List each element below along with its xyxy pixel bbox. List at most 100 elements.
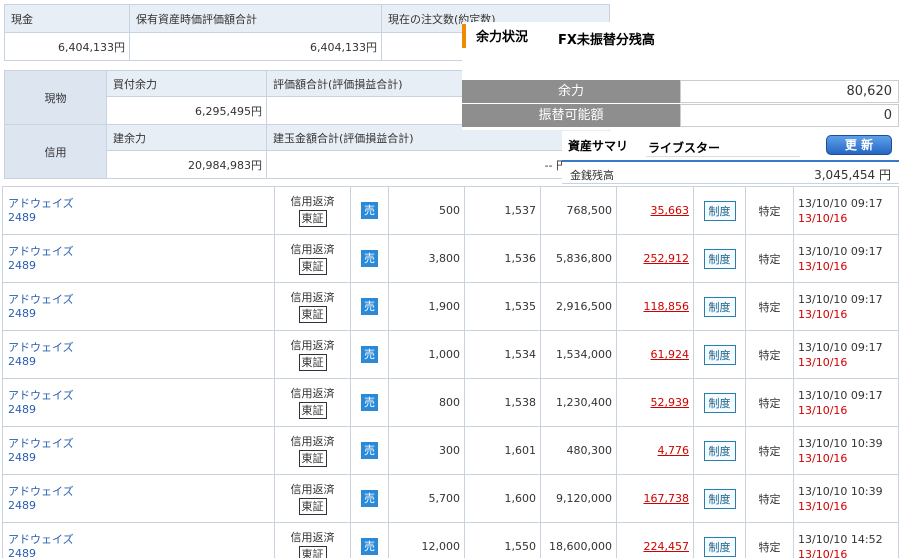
seido-button[interactable]: 制度 (703, 392, 736, 413)
order-type: 信用返済 (290, 339, 335, 352)
stock-name-link[interactable]: アドウェイズ (8, 245, 74, 258)
account-type: 特定 (745, 234, 794, 283)
positions-table: アドウェイズ 2489 信用返済 東証売 500 1,537 768,500 35,663 制度… (2, 186, 899, 558)
amount: 1,230,400 (540, 378, 617, 427)
position-row: アドウェイズ 2489 信用返済 東証 売 1,000 1,534 1,534,000 61,9… (2, 330, 899, 379)
stock-code: 2489 (8, 210, 36, 224)
stock-name-link[interactable]: アドウェイズ (8, 293, 74, 306)
cash-value: 6,404,133円 (4, 32, 130, 61)
cash-balance-value: 3,045,454 円 (814, 168, 891, 182)
seido-button[interactable]: 制度 (703, 440, 736, 461)
tatedama-value: -- 円 (266, 150, 610, 179)
fx-row-label: 振替可能額 (462, 104, 680, 127)
market-badge: 東証 (298, 546, 327, 558)
eval-label: 保有資産時価評価額合計 (129, 4, 382, 33)
order-type: 信用返済 (290, 483, 335, 496)
sell-button[interactable]: 売 (361, 490, 378, 507)
sell-button[interactable]: 売 (361, 442, 378, 459)
sell-button[interactable]: 売 (361, 250, 378, 267)
seido-button[interactable]: 制度 (703, 344, 736, 365)
amount: 2,916,500 (540, 282, 617, 331)
market-badge: 東証 (298, 210, 327, 227)
order-date: 13/10/10 09:17 (798, 196, 883, 210)
build-power-label: 建余力 (106, 124, 267, 151)
account-type: 特定 (745, 186, 794, 235)
price: 1,538 (464, 378, 541, 427)
accent-bar (462, 24, 466, 48)
order-date: 13/10/10 10:39 (798, 484, 883, 498)
profit-loss-link[interactable]: 4,776 (658, 444, 690, 457)
sell-button[interactable]: 売 (361, 538, 378, 555)
market-badge: 東証 (298, 498, 327, 515)
position-row: アドウェイズ 2489 信用返済 東証 売 1,900 1,535 2,916,500 118,… (2, 282, 899, 331)
order-date: 13/10/10 09:17 (798, 292, 883, 306)
amount: 768,500 (540, 186, 617, 235)
quantity: 800 (388, 378, 465, 427)
fx-row-label: 余力 (462, 80, 680, 103)
due-date: 13/10/16 (798, 307, 848, 321)
seido-button[interactable]: 制度 (703, 296, 736, 317)
stock-name-link[interactable]: アドウェイズ (8, 437, 74, 450)
stock-code: 2489 (8, 402, 36, 416)
position-row: アドウェイズ 2489 信用返済 東証 売 800 1,538 1,230,400 52,939… (2, 378, 899, 427)
quantity: 3,800 (388, 234, 465, 283)
amount: 18,600,000 (540, 522, 617, 558)
sell-button[interactable]: 売 (361, 394, 378, 411)
order-date: 13/10/10 09:17 (798, 388, 883, 402)
profit-loss-link[interactable]: 252,912 (644, 252, 690, 265)
amount: 1,534,000 (540, 330, 617, 379)
seido-button[interactable]: 制度 (703, 488, 736, 509)
market-badge: 東証 (298, 258, 327, 275)
profit-loss-link[interactable]: 61,924 (651, 348, 690, 361)
build-power-value: 20,984,983円 (106, 150, 267, 179)
account-type: 特定 (745, 282, 794, 331)
market-badge: 東証 (298, 450, 327, 467)
stock-name-link[interactable]: アドウェイズ (8, 197, 74, 210)
due-date: 13/10/16 (798, 499, 848, 513)
stock-name-link[interactable]: アドウェイズ (8, 485, 74, 498)
profit-loss-link[interactable]: 224,457 (644, 540, 690, 553)
quantity: 1,000 (388, 330, 465, 379)
position-row: アドウェイズ 2489 信用返済 東証 売 300 1,601 480,300 4,776 制度特… (2, 426, 899, 475)
sell-button[interactable]: 売 (361, 298, 378, 315)
fx-panel-subtitle: FX未振替分残高 (558, 33, 655, 48)
due-date: 13/10/16 (798, 355, 848, 369)
profit-loss-link[interactable]: 52,939 (651, 396, 690, 409)
update-button[interactable]: 更 新 (826, 135, 892, 155)
profit-loss-link[interactable]: 118,856 (644, 300, 690, 313)
account-type: 特定 (745, 522, 794, 558)
amount: 9,120,000 (540, 474, 617, 523)
price: 1,534 (464, 330, 541, 379)
order-type: 信用返済 (290, 435, 335, 448)
sell-button[interactable]: 売 (361, 346, 378, 363)
market-badge: 東証 (298, 402, 327, 419)
fx-row-value: 0 (680, 104, 899, 127)
price: 1,600 (464, 474, 541, 523)
stock-name-link[interactable]: アドウェイズ (8, 389, 74, 402)
order-type: 信用返済 (290, 291, 335, 304)
quantity: 1,900 (388, 282, 465, 331)
stock-name-link[interactable]: アドウェイズ (8, 533, 74, 546)
order-date: 13/10/10 09:17 (798, 340, 883, 354)
profit-loss-link[interactable]: 35,663 (651, 204, 690, 217)
seido-button[interactable]: 制度 (703, 536, 736, 557)
stock-name-link[interactable]: アドウェイズ (8, 341, 74, 354)
position-row: アドウェイズ 2489 信用返済 東証 売 500 1,537 768,500 35,663 制度… (2, 186, 899, 235)
quantity: 5,700 (388, 474, 465, 523)
order-date: 13/10/10 10:39 (798, 436, 883, 450)
order-type: 信用返済 (290, 243, 335, 256)
order-type: 信用返済 (290, 531, 335, 544)
eval-value: 6,404,133円 (129, 32, 382, 61)
seido-button[interactable]: 制度 (703, 200, 736, 221)
seido-button[interactable]: 制度 (703, 248, 736, 269)
order-date: 13/10/10 14:52 (798, 532, 883, 546)
sell-button[interactable]: 売 (361, 202, 378, 219)
order-date: 13/10/10 09:17 (798, 244, 883, 258)
amount: 5,836,800 (540, 234, 617, 283)
profit-loss-link[interactable]: 167,738 (644, 492, 690, 505)
price: 1,535 (464, 282, 541, 331)
fx-rows: 余力 80,620 振替可能額 0 (462, 80, 899, 128)
due-date: 13/10/16 (798, 259, 848, 273)
quantity: 500 (388, 186, 465, 235)
account-name-field[interactable]: ライブスター (646, 140, 800, 157)
